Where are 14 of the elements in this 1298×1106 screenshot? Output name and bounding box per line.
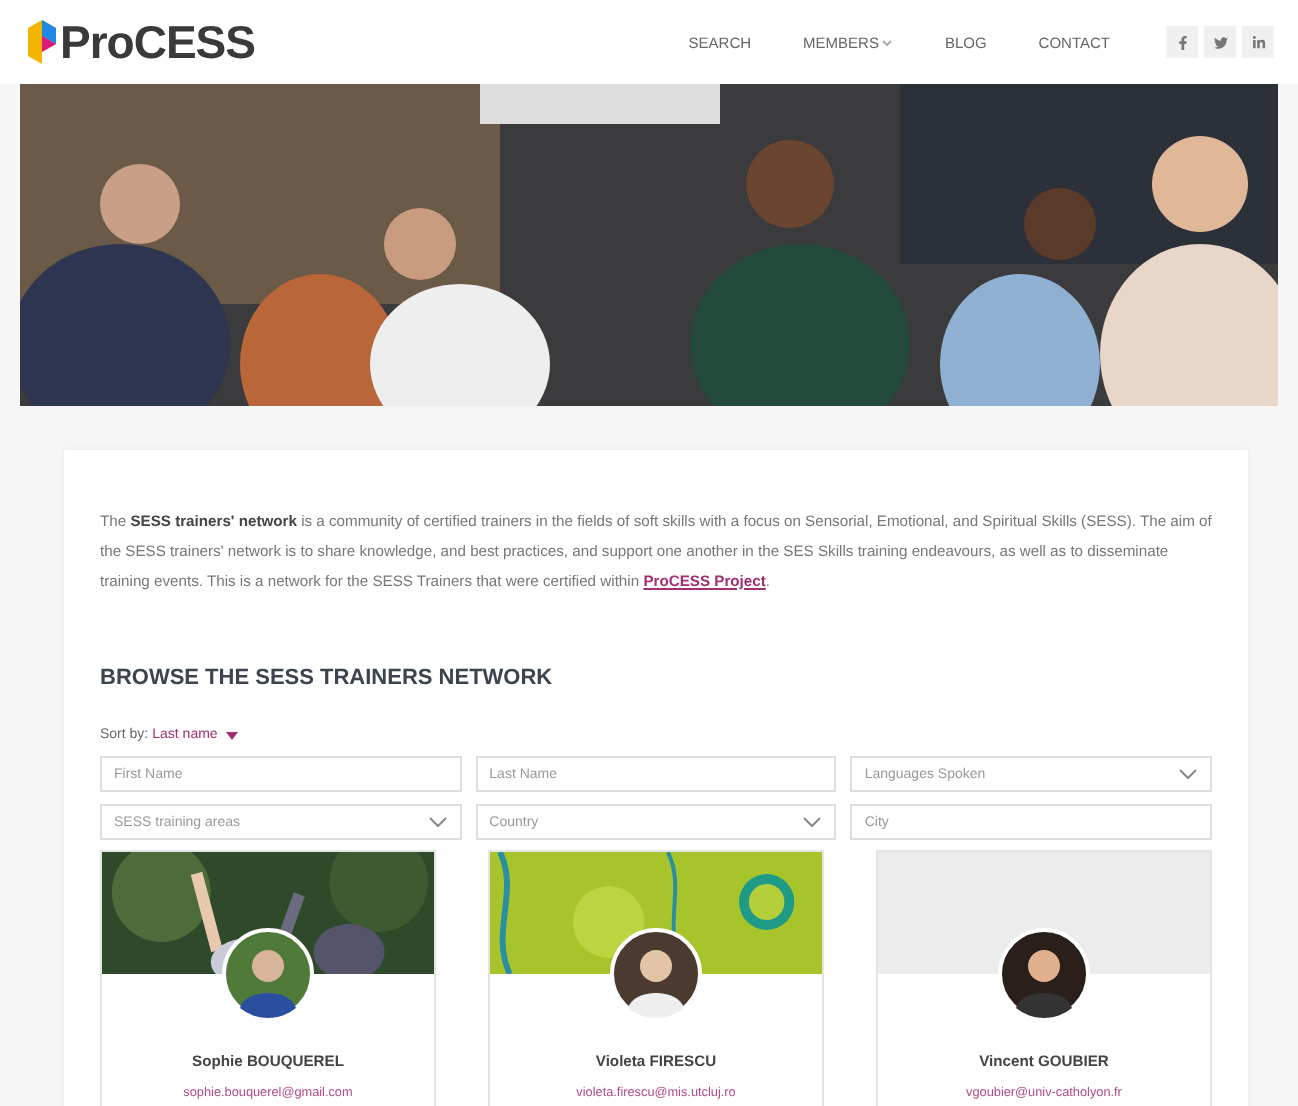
avatar bbox=[610, 928, 702, 1020]
chevron-down-icon bbox=[427, 816, 448, 828]
avatar bbox=[998, 928, 1090, 1020]
twitter-icon[interactable] bbox=[1204, 26, 1236, 58]
caret-icon bbox=[225, 731, 238, 739]
logo-text[interactable]: ProCESS bbox=[60, 15, 255, 69]
chevron-down-icon bbox=[802, 816, 823, 828]
avatar bbox=[222, 928, 314, 1020]
chevron-down-icon bbox=[1178, 768, 1198, 780]
logo-icon bbox=[28, 20, 56, 64]
chevron-down-icon bbox=[882, 39, 893, 45]
linkedin-icon[interactable] bbox=[1242, 26, 1274, 58]
facebook-icon[interactable] bbox=[1166, 26, 1198, 58]
section-title: BROWSE THE SESS TRAINERS NETWORK bbox=[100, 666, 555, 690]
